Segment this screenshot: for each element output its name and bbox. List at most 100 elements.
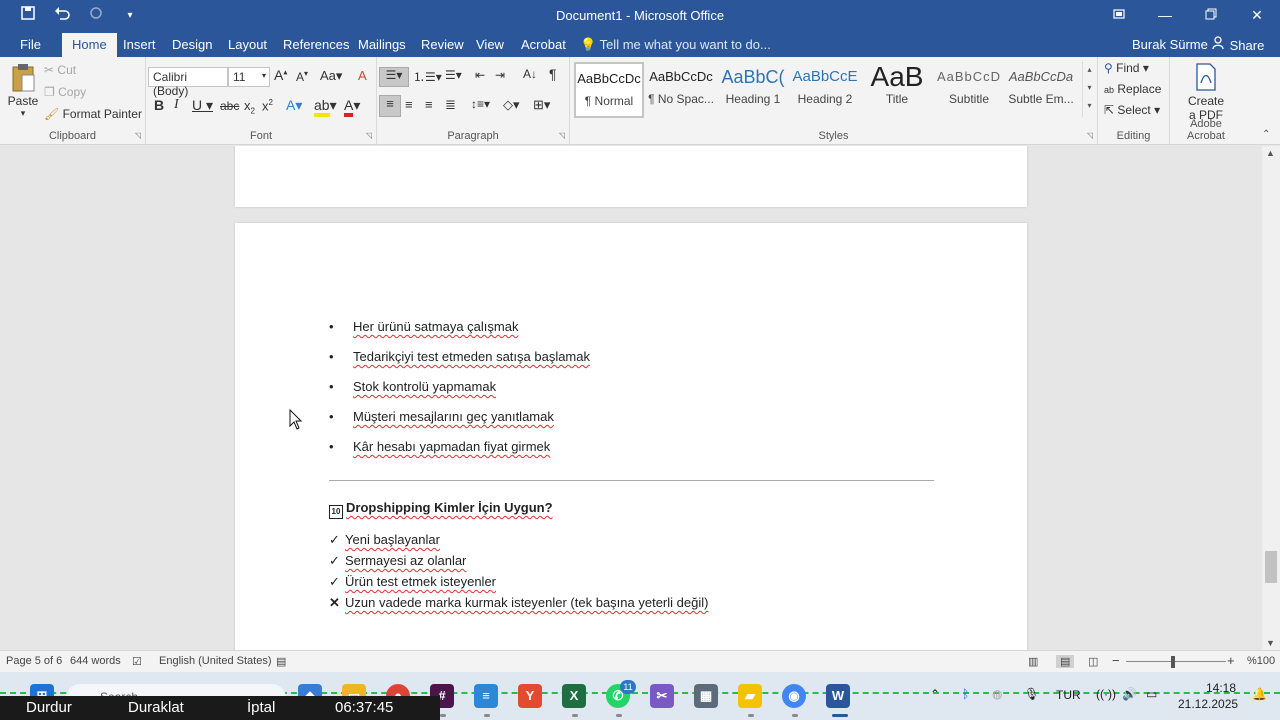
style-subtitle[interactable]: AaBbCcD Subtitle [934, 62, 1004, 118]
checklist-item[interactable]: ✓ Yeni başlayanlar [329, 532, 440, 548]
replace-button[interactable]: ab Replace [1104, 82, 1161, 96]
zoom-slider[interactable] [1126, 661, 1226, 662]
bluetooth-icon[interactable]: ᛒ [962, 687, 969, 701]
print-layout-icon[interactable]: ▤ [1056, 655, 1075, 668]
font-name-combo[interactable]: Calibri (Body) [148, 67, 228, 98]
tell-me-box[interactable]: 💡 Tell me what you want to do... [580, 37, 771, 53]
minimize-icon[interactable]: — [1142, 0, 1188, 32]
notepad-icon[interactable]: ≡ [474, 684, 498, 708]
font-size-combo[interactable]: 11 ▾ [228, 67, 270, 87]
checklist-item[interactable]: ✓ Sermayesi az olanlar [329, 553, 466, 569]
list-item[interactable]: • Stok kontrolü yapmamak [329, 379, 496, 394]
tab-insert[interactable]: Insert [123, 37, 156, 52]
cancel-recording-button[interactable]: İptal [247, 699, 275, 716]
underline-icon[interactable]: U ▾ [192, 97, 213, 114]
tab-view[interactable]: View [476, 37, 504, 52]
collapse-ribbon-icon[interactable]: ⌃ [1262, 129, 1270, 140]
tab-acrobat[interactable]: Acrobat [521, 37, 566, 52]
copy-button[interactable]: ❐ Copy [44, 85, 86, 99]
word-icon[interactable]: W [826, 684, 850, 708]
strikethrough-icon[interactable]: abc [220, 99, 239, 113]
language[interactable]: English (United States) [159, 655, 272, 667]
font-color-icon[interactable]: A▾ [344, 97, 360, 117]
dialog-launcher-icon[interactable]: ◹ [366, 131, 372, 140]
scroll-down-icon[interactable]: ▼ [1266, 638, 1275, 648]
bullets-icon[interactable]: ☰▾ [379, 67, 409, 87]
line-spacing-icon[interactable]: ↕≡▾ [471, 97, 490, 111]
styles-scroll-icon[interactable]: ▴ ▾ ▾ [1082, 61, 1096, 117]
tab-mailings[interactable]: Mailings [358, 37, 406, 52]
checklist-item[interactable]: ✕ Uzun vadede marka kurmak isteyenler (te… [329, 595, 708, 611]
find-button[interactable]: ⚲ Find ▾ [1104, 61, 1149, 75]
align-left-icon[interactable]: ≡ [379, 95, 401, 117]
list-item[interactable]: • Müşteri mesajlarını geç yanıtlamak [329, 409, 554, 424]
checklist-item[interactable]: ✓ Ürün test etmek isteyenler [329, 574, 496, 590]
folder-icon[interactable]: ▰ [738, 684, 762, 708]
italic-icon[interactable]: I [174, 97, 179, 113]
dialog-launcher-icon[interactable]: ◹ [1087, 131, 1093, 140]
snipping-tool-icon[interactable]: ✂ [650, 684, 674, 708]
restore-icon[interactable] [1096, 0, 1142, 32]
web-layout-icon[interactable]: ◫ [1088, 655, 1098, 668]
macro-icon[interactable]: ▤ [276, 655, 286, 668]
zoom-in-button[interactable]: + [1227, 653, 1235, 668]
wifi-icon[interactable]: ((·)) [1096, 687, 1116, 701]
read-mode-icon[interactable]: ▥ [1028, 655, 1038, 668]
tab-references[interactable]: References [283, 37, 349, 52]
dialog-launcher-icon[interactable]: ◹ [559, 131, 565, 140]
align-center-icon[interactable]: ≡ [405, 97, 413, 112]
scroll-up-icon[interactable]: ▲ [1266, 148, 1275, 158]
tab-review[interactable]: Review [421, 37, 464, 52]
list-item[interactable]: • Tedarikçiyi test etmeden satışa başlam… [329, 349, 590, 364]
clock-date[interactable]: 21.12.2025 [1178, 697, 1238, 711]
format-painter-button[interactable]: 🖌 Format Painter [44, 107, 142, 121]
tab-home[interactable]: Home [62, 33, 117, 57]
tab-layout[interactable]: Layout [228, 37, 267, 52]
previous-page[interactable] [235, 146, 1027, 207]
volume-icon[interactable]: 🔊 [1122, 687, 1137, 701]
zoom-level[interactable]: %100 [1247, 655, 1275, 667]
tab-file[interactable]: File [20, 37, 41, 52]
excel-icon[interactable]: X [562, 684, 586, 708]
vertical-scrollbar[interactable]: ▲ ▼ [1262, 146, 1280, 650]
keyboard-language[interactable]: TUR [1056, 688, 1081, 702]
superscript-icon[interactable]: x2 [262, 98, 273, 113]
pause-recording-button[interactable]: Duraklat [128, 699, 184, 716]
battery-icon[interactable]: ▭ [1146, 687, 1157, 701]
close-icon[interactable]: ✕ [1234, 0, 1280, 32]
zoom-slider-handle[interactable] [1171, 656, 1175, 668]
page-count[interactable]: Page 5 of 6 [6, 655, 62, 667]
style-subtle-emphasis[interactable]: AaBbCcDa Subtle Em... [1006, 62, 1076, 118]
change-case-icon[interactable]: Aa▾ [320, 68, 342, 84]
share-button[interactable]: Share [1212, 36, 1264, 53]
grow-font-icon[interactable]: A▴ [274, 67, 287, 83]
multilevel-list-icon[interactable]: ☰▾ [445, 68, 462, 82]
style-title[interactable]: AaB Title [862, 62, 932, 118]
calculator-icon[interactable]: ▦ [694, 684, 718, 708]
proofing-icon[interactable]: ☑ [132, 655, 142, 668]
chevron-up-icon[interactable]: ⌃ [930, 687, 940, 701]
chrome-profile-icon[interactable]: ◉ [782, 684, 806, 708]
app-tray-icon[interactable]: ◍ [992, 687, 1002, 701]
notification-icon[interactable]: 🔔 [1252, 687, 1267, 701]
paste-dropdown-icon[interactable]: ▾ [6, 108, 40, 119]
cut-button[interactable]: ✂ Cut [44, 63, 76, 77]
yandex-icon[interactable]: Y [518, 684, 542, 708]
microphone-icon[interactable]: 🎙 [1024, 687, 1039, 701]
list-item[interactable]: • Her ürünü satmaya çalışmak [329, 319, 518, 334]
text-effects-icon[interactable]: A▾ [286, 97, 302, 114]
stop-recording-button[interactable]: Durdur [26, 699, 72, 716]
pilcrow-icon[interactable]: ¶ [549, 66, 557, 82]
tab-design[interactable]: Design [172, 37, 212, 52]
increase-indent-icon[interactable]: ⇥ [495, 68, 505, 82]
select-button[interactable]: ⇱ Select ▾ [1104, 103, 1160, 117]
sort-icon[interactable]: A↓ [523, 67, 537, 81]
justify-icon[interactable]: ≣ [445, 97, 456, 113]
borders-icon[interactable]: ⊞▾ [533, 97, 550, 113]
paste-button[interactable]: Paste ▾ [6, 63, 40, 119]
shrink-font-icon[interactable]: A▾ [296, 69, 308, 84]
style-heading-1[interactable]: AaBbC( Heading 1 [718, 62, 788, 118]
zoom-out-button[interactable]: − [1112, 653, 1120, 668]
scrollbar-thumb[interactable] [1265, 551, 1277, 583]
highlight-icon[interactable]: ab▾ [314, 97, 337, 117]
